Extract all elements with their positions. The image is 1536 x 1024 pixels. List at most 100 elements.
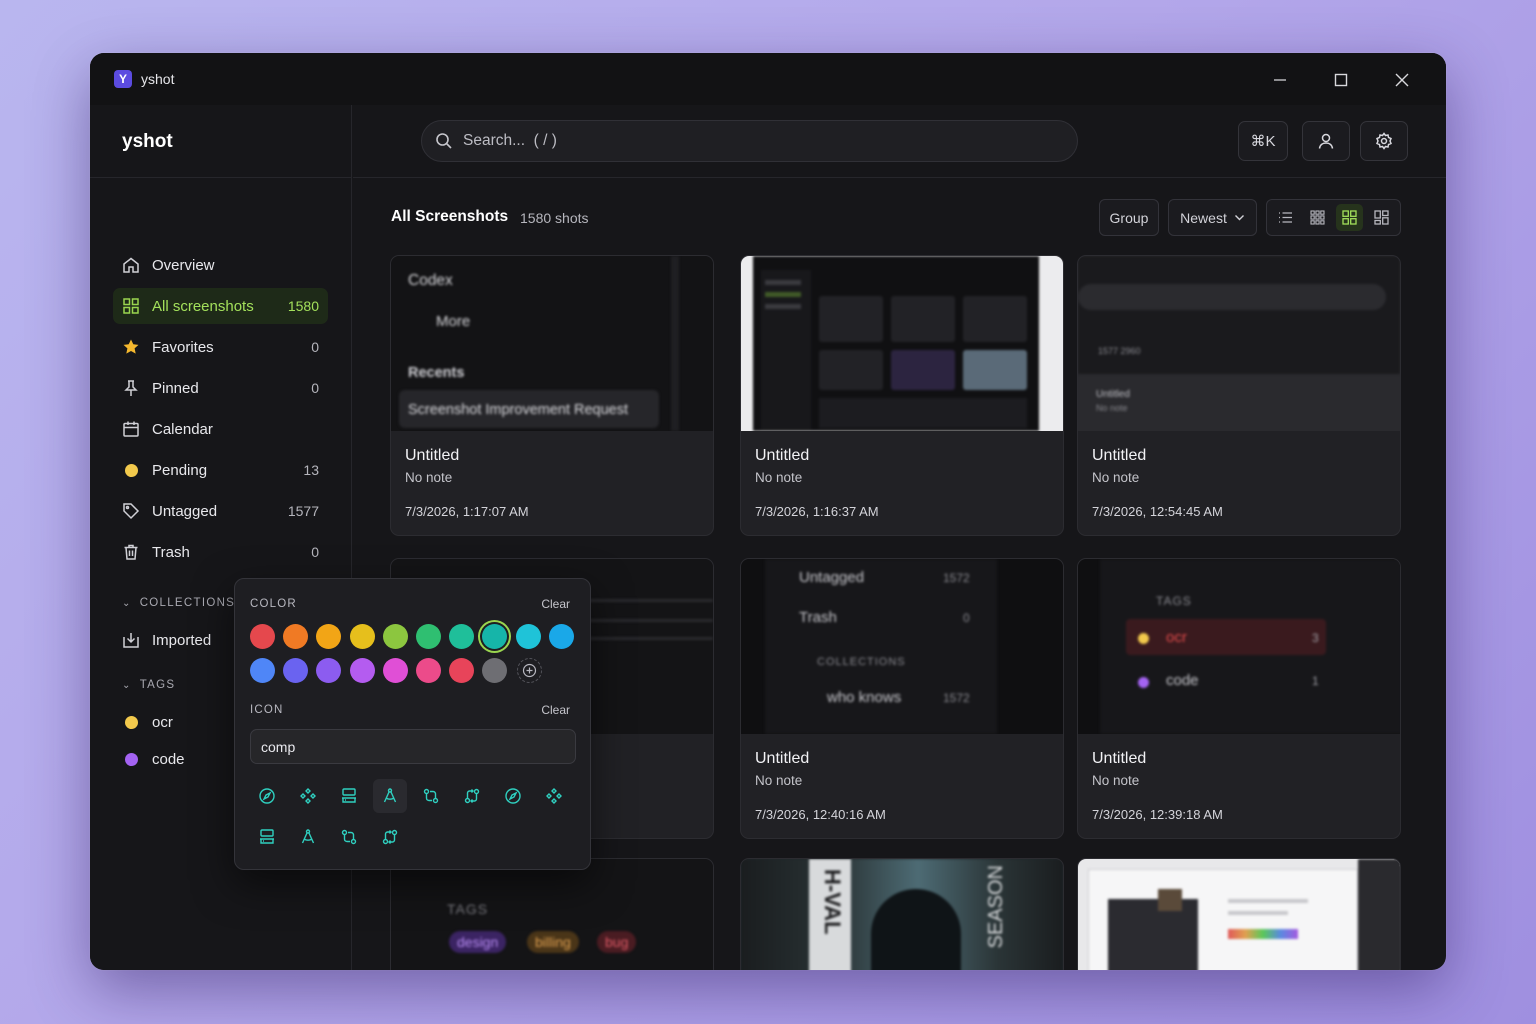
git-compare-icon (423, 788, 439, 804)
dense-grid-view-button[interactable] (1304, 204, 1331, 231)
card-title: Untitled (1092, 750, 1147, 767)
tag-item-label: code (152, 750, 185, 768)
collections-header-label: COLLECTIONS (139, 597, 236, 609)
clear-icon-button[interactable]: Clear (541, 703, 570, 717)
screenshot-card[interactable]: Untagged 1572 Trash 0 COLLECTIONS who kn… (740, 558, 1064, 839)
sidebar-item-label: Trash (152, 543, 190, 561)
title-bar: Y yshot (90, 53, 1446, 105)
sidebar-item-untagged[interactable]: Untagged 1577 (113, 493, 328, 529)
search-bar[interactable] (421, 120, 1078, 162)
thumb-text: Trash (799, 609, 837, 626)
group-button[interactable]: Group (1099, 199, 1159, 236)
chevron-down-icon: ⌄ (122, 679, 132, 691)
tags-header[interactable]: ⌄ TAGS (122, 679, 175, 691)
screenshot-card[interactable]: Untitled No note 7/3/2026, 1:16:37 AM (740, 255, 1064, 536)
command-palette-button[interactable]: ⌘K (1238, 121, 1288, 161)
color-swatch[interactable] (382, 658, 408, 683)
page-title: All Screenshots (391, 208, 509, 225)
icon-option[interactable] (496, 779, 530, 813)
minimize-button[interactable] (1266, 66, 1294, 94)
sidebar-item-label: Calendar (152, 420, 213, 438)
color-swatch[interactable] (416, 624, 441, 649)
sidebar-item-label: Untagged (152, 502, 218, 520)
color-swatch[interactable] (482, 658, 508, 683)
masonry-icon (1373, 210, 1389, 225)
thumb-text: code (1166, 672, 1199, 689)
color-swatch[interactable] (449, 624, 475, 649)
color-swatch[interactable] (548, 624, 574, 649)
account-button[interactable] (1302, 121, 1350, 161)
settings-button[interactable] (1360, 121, 1408, 161)
icon-option[interactable] (250, 820, 284, 854)
icon-option-highlighted[interactable] (373, 779, 407, 813)
card-note: No note (755, 470, 803, 485)
grid-icon (1342, 210, 1357, 225)
screenshot-thumbnail: H-VAL SEASON (741, 859, 1063, 970)
grid-view-button[interactable] (1335, 204, 1363, 231)
screenshot-card[interactable]: 1577 2960 Untitled No note Untitled No n… (1077, 255, 1401, 536)
sidebar-item-favorites[interactable]: Favorites 0 (113, 329, 328, 365)
sidebar-item-trash[interactable]: Trash 0 (113, 534, 328, 570)
icon-search-input[interactable] (250, 729, 576, 764)
card-date: 7/3/2026, 12:54:45 AM (1092, 504, 1223, 519)
thumb-text: 1 (1312, 674, 1319, 688)
sidebar-item-all-screenshots[interactable]: All screenshots 1580 (113, 288, 328, 324)
color-swatch-selected[interactable] (482, 624, 508, 649)
custom-color-button[interactable] (517, 658, 542, 683)
screenshot-card[interactable] (1077, 858, 1401, 970)
screenshot-card[interactable]: TAGS design billing bug (390, 858, 714, 970)
icon-option[interactable] (291, 820, 325, 854)
computer-server-icon (260, 829, 274, 844)
card-note: No note (1092, 773, 1140, 788)
maximize-button[interactable] (1327, 66, 1355, 94)
import-icon (122, 631, 140, 649)
sidebar-item-pending[interactable]: Pending 13 (113, 452, 328, 488)
screenshot-card[interactable]: H-VAL SEASON (740, 858, 1064, 970)
thumb-text: 1577 2960 (1098, 346, 1141, 356)
color-swatch[interactable] (283, 658, 309, 683)
sidebar-item-overview[interactable]: Overview (113, 247, 328, 283)
masonry-view-button[interactable] (1368, 204, 1395, 231)
color-swatch[interactable] (349, 658, 375, 683)
color-swatch[interactable] (382, 624, 408, 649)
color-swatch[interactable] (349, 624, 375, 649)
color-swatch[interactable] (316, 658, 342, 683)
icon-option[interactable] (373, 820, 407, 854)
screenshot-card[interactable]: Codex More Recents Screenshot Improvemen… (390, 255, 714, 536)
clear-color-button[interactable]: Clear (541, 597, 570, 611)
tag-icon (122, 502, 140, 520)
tag-style-popover: COLOR Clear ICON Clear (234, 578, 591, 870)
icon-option[interactable] (537, 779, 571, 813)
search-input[interactable] (463, 132, 1023, 150)
sidebar-item-count: 1580 (287, 298, 319, 314)
color-swatch[interactable] (283, 624, 309, 649)
card-date: 7/3/2026, 1:16:37 AM (755, 504, 879, 519)
color-swatch[interactable] (250, 624, 275, 649)
top-bar: ⌘K (353, 105, 1446, 178)
sidebar-item-pinned[interactable]: Pinned 0 (113, 370, 328, 406)
color-swatch[interactable] (416, 658, 441, 683)
card-title: Untitled (405, 447, 460, 464)
icon-option[interactable] (332, 779, 366, 813)
icon-option[interactable] (250, 779, 284, 813)
screenshot-card[interactable]: TAGS ocr 3 code 1 Untitled No note 7/3/2… (1077, 558, 1401, 839)
screenshot-thumbnail: 1577 2960 Untitled No note (1078, 256, 1400, 431)
icon-option[interactable] (455, 779, 489, 813)
icon-option[interactable] (291, 779, 325, 813)
sidebar-item-label: Pinned (152, 379, 199, 397)
card-note: No note (755, 773, 803, 788)
color-swatch[interactable] (316, 624, 342, 649)
yellow-dot-icon (122, 461, 140, 479)
icon-option[interactable] (332, 820, 366, 854)
list-view-button[interactable] (1272, 204, 1299, 231)
color-swatch[interactable] (515, 624, 541, 649)
sort-dropdown[interactable]: Newest (1168, 199, 1257, 236)
sidebar-item-calendar[interactable]: Calendar (113, 411, 328, 447)
color-swatch[interactable] (250, 658, 275, 683)
icon-option[interactable] (414, 779, 448, 813)
close-button[interactable] (1388, 66, 1416, 94)
color-swatch[interactable] (449, 658, 475, 683)
grid-icon (122, 297, 140, 315)
close-icon (1395, 73, 1409, 87)
compass-drafting-icon (301, 829, 315, 844)
